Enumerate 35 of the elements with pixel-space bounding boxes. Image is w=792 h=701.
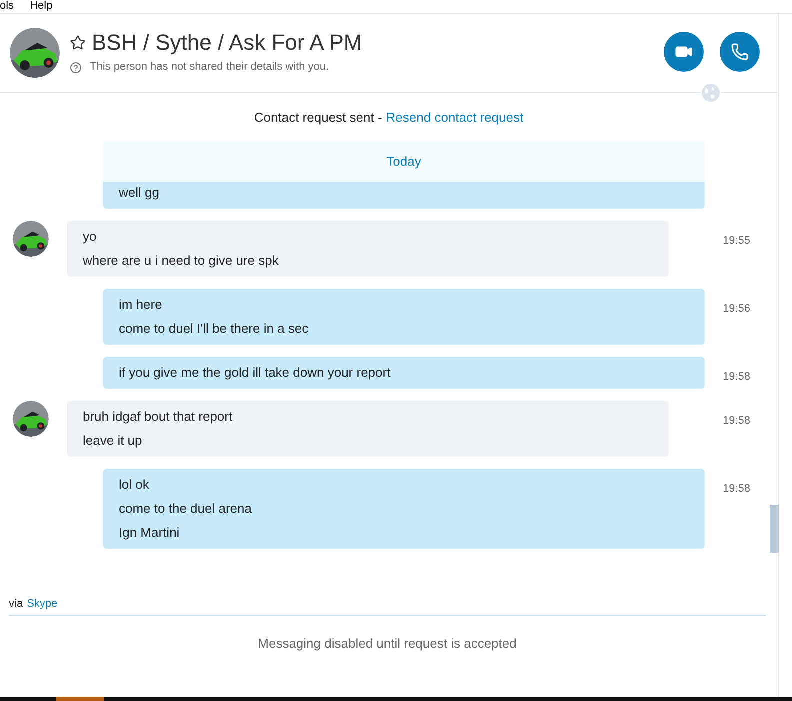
menu-item[interactable]: Help (30, 0, 53, 12)
avatar (10, 28, 60, 78)
message-text: yo (83, 228, 98, 246)
skype-link[interactable]: Skype (27, 596, 58, 612)
message-text: come to the duel arena (119, 500, 253, 518)
menu-item[interactable]: ols (0, 0, 14, 12)
message-time: 19:58 (723, 483, 751, 495)
date-divider: Today (386, 153, 422, 172)
help-icon (70, 62, 82, 74)
message-text: lol ok (119, 476, 150, 494)
contact-details: This person has not shared their details with you. (90, 60, 330, 76)
call-button[interactable] (720, 32, 760, 72)
message-time: 19:55 (723, 235, 751, 247)
message-time: 19:58 (723, 415, 751, 427)
avatar (13, 401, 49, 437)
message-time: 19:56 (723, 303, 751, 315)
message-text: well gg (119, 184, 160, 202)
resend-request-link[interactable]: Resend contact request (386, 108, 524, 128)
message-time: 19:58 (723, 371, 751, 383)
phone-icon (731, 43, 749, 61)
message-text: come to duel I'll be there in a sec (119, 320, 310, 338)
message-text: where are u i need to give ure spk (83, 252, 280, 270)
favorite-star-icon[interactable] (70, 35, 86, 52)
messaging-disabled-notice: Messaging disabled until request is accepted (258, 635, 517, 653)
scrollbar-thumb[interactable] (770, 505, 779, 553)
request-status: Contact request sent - (254, 108, 382, 127)
message-text: im here (119, 296, 164, 314)
message-text: Ign Martini (119, 524, 181, 542)
message-text: if you give me the gold ill take down your report (119, 364, 392, 382)
via-label: via (9, 596, 24, 612)
avatar (13, 221, 49, 257)
message-text: bruh idgaf bout that report (83, 408, 234, 426)
contact-name: BSH / Sythe / Ask For A PM (92, 30, 362, 56)
message-text: leave it up (83, 432, 144, 450)
video-call-button[interactable] (664, 32, 704, 72)
